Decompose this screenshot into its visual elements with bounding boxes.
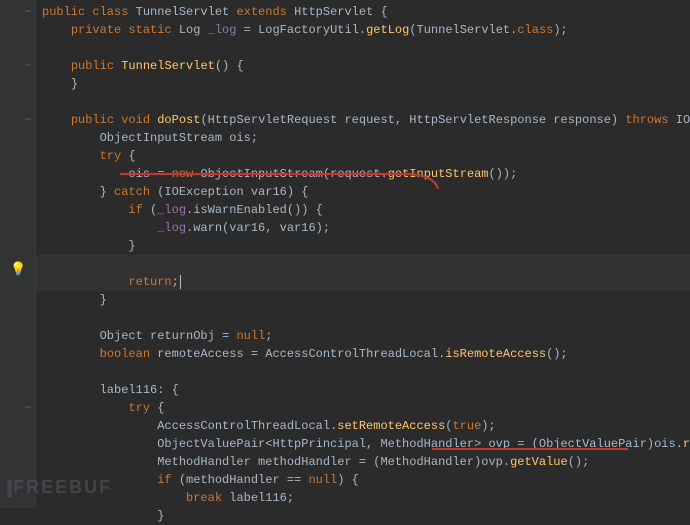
code-line[interactable]: break label116; [36, 489, 690, 507]
code-line[interactable]: public TunnelServlet() { [36, 57, 690, 75]
watermark-logo: |||FREEBUF [6, 477, 112, 498]
code-line[interactable] [36, 39, 690, 57]
code-line[interactable]: ObjectValuePair<HttpPrincipal, MethodHan… [36, 435, 690, 453]
code-line[interactable]: public class TunnelServlet extends HttpS… [36, 3, 690, 21]
code-line[interactable]: if (methodHandler == null) { [36, 471, 690, 489]
code-line[interactable]: } [36, 75, 690, 93]
intention-bulb-icon[interactable]: 💡 [10, 262, 24, 276]
code-line[interactable] [36, 309, 690, 327]
code-line[interactable]: MethodHandler methodHandler = (MethodHan… [36, 453, 690, 471]
code-line[interactable]: _log.warn(var16, var16); [36, 219, 690, 237]
code-line[interactable]: private static Log _log = LogFactoryUtil… [36, 21, 690, 39]
fold-minus-icon[interactable]: − [24, 113, 33, 122]
code-line[interactable]: } [36, 237, 690, 255]
code-line[interactable]: } [36, 507, 690, 525]
code-line[interactable] [36, 93, 690, 111]
fold-minus-icon[interactable]: − [24, 59, 33, 68]
code-line[interactable]: try { [36, 147, 690, 165]
code-line[interactable] [36, 363, 690, 381]
annotation-underline [432, 448, 628, 450]
code-line[interactable]: } [36, 291, 690, 309]
code-line-current[interactable]: return; [36, 273, 690, 291]
code-line[interactable] [36, 255, 690, 273]
code-line[interactable]: ObjectInputStream ois; [36, 129, 690, 147]
text-caret [180, 275, 181, 289]
code-line[interactable]: boolean remoteAccess = AccessControlThre… [36, 345, 690, 363]
code-line[interactable]: public void doPost(HttpServletRequest re… [36, 111, 690, 129]
code-line[interactable]: Object returnObj = null; [36, 327, 690, 345]
code-line[interactable]: label116: { [36, 381, 690, 399]
annotation-underline [114, 171, 444, 195]
fold-minus-icon[interactable]: − [24, 5, 33, 14]
fold-minus-icon[interactable]: − [24, 401, 33, 410]
code-line[interactable]: AccessControlThreadLocal.setRemoteAccess… [36, 417, 690, 435]
code-line[interactable]: try { [36, 399, 690, 417]
code-editor[interactable]: public class TunnelServlet extends HttpS… [36, 0, 690, 525]
editor-gutter: − − − 💡 − [0, 0, 36, 508]
code-line[interactable]: if (_log.isWarnEnabled()) { [36, 201, 690, 219]
